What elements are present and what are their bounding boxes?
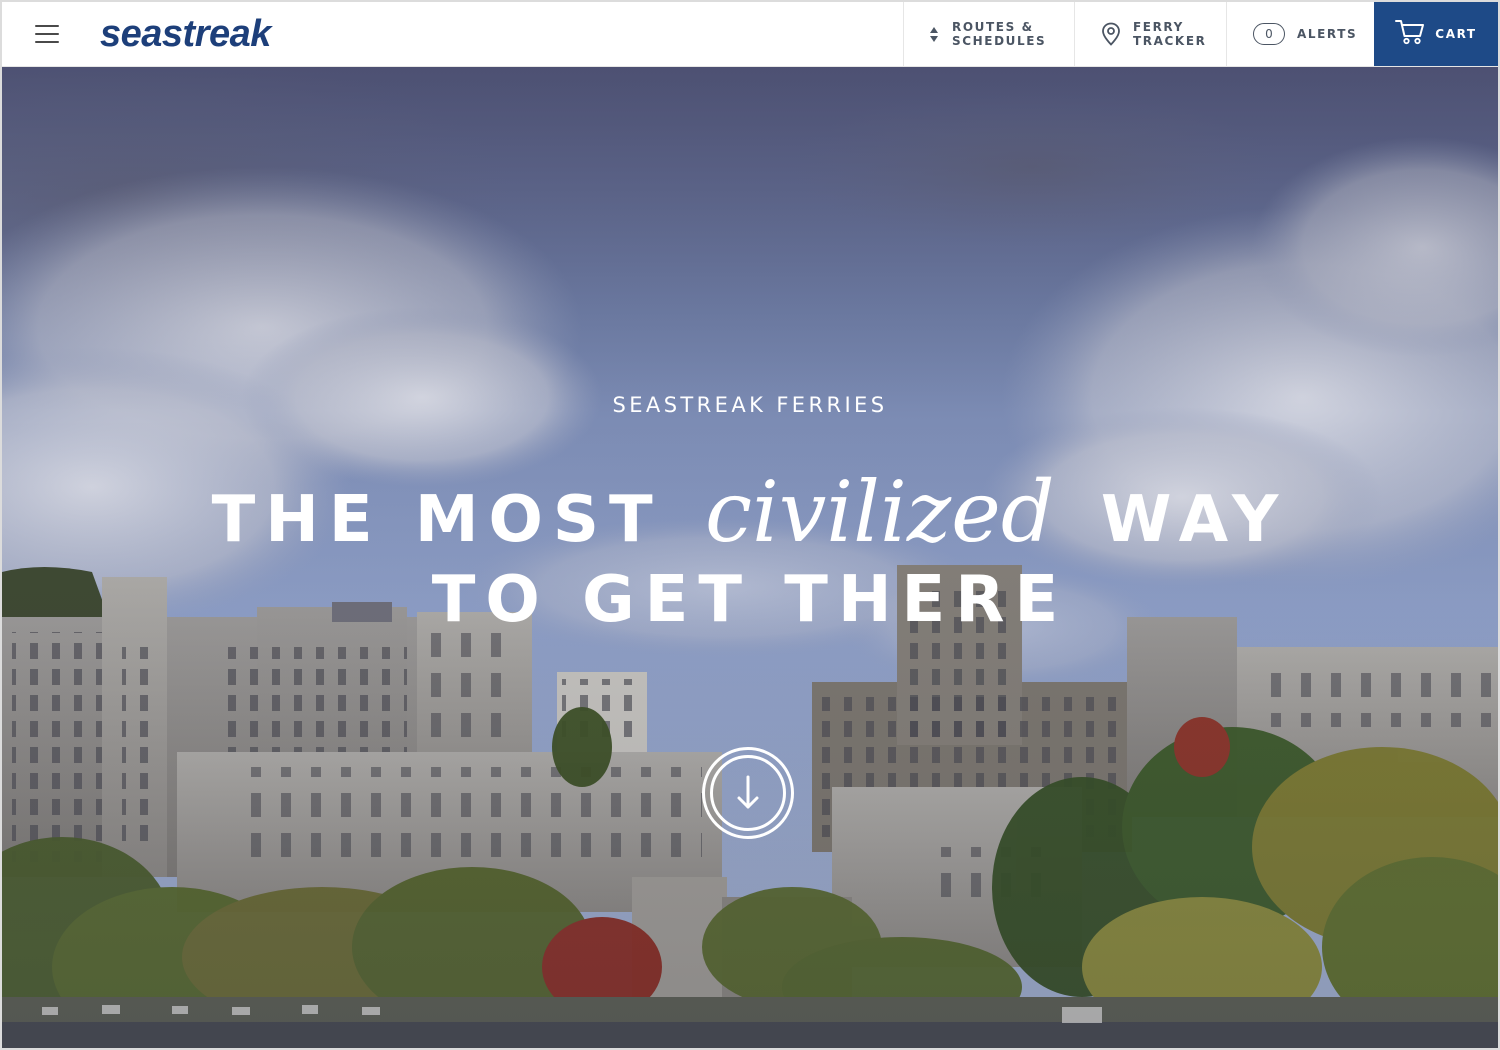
hero-headline-accent: civilized — [704, 463, 1055, 561]
hero-kicker: SEASTREAK FERRIES — [612, 393, 888, 417]
map-pin-icon — [1101, 22, 1121, 46]
up-down-arrows-icon — [930, 26, 938, 42]
hamburger-menu-icon — [35, 25, 59, 43]
nav-tracker-label: FERRY TRACKER — [1133, 20, 1207, 48]
hero-headline-part2: WAY — [1100, 483, 1289, 557]
hero-headline-part1: THE MOST — [211, 483, 663, 557]
hero-headline-line1: THE MOST civilized WAY — [2, 470, 1498, 560]
nav-routes-schedules[interactable]: ROUTES & SCHEDULES — [903, 2, 1074, 66]
cart-button[interactable]: CART — [1374, 2, 1498, 66]
nav-alerts[interactable]: 0 ALERTS — [1226, 2, 1374, 66]
hero-headline: THE MOST civilized WAY TO GET THERE — [2, 470, 1498, 640]
hero-section: SEASTREAK FERRIES THE MOST civilized WAY… — [2, 67, 1498, 1048]
page-frame: seastreak ROUTES & SCHEDULES FERRY TRACK… — [0, 0, 1500, 1050]
hamburger-menu-button[interactable] — [2, 2, 92, 66]
cart-label: CART — [1435, 27, 1477, 41]
nav-ferry-tracker[interactable]: FERRY TRACKER — [1074, 2, 1226, 66]
hero-headline-line2: TO GET THERE — [431, 563, 1069, 637]
shopping-cart-icon — [1395, 19, 1425, 50]
nav-alerts-label: ALERTS — [1297, 27, 1358, 41]
scroll-down-button[interactable] — [702, 747, 794, 839]
site-header: seastreak ROUTES & SCHEDULES FERRY TRACK… — [2, 2, 1498, 67]
alerts-count-badge: 0 — [1253, 23, 1285, 45]
arrow-down-circle-icon — [710, 755, 786, 831]
nav-routes-label: ROUTES & SCHEDULES — [952, 20, 1047, 48]
header-spacer — [271, 2, 903, 66]
site-logo[interactable]: seastreak — [92, 2, 271, 66]
